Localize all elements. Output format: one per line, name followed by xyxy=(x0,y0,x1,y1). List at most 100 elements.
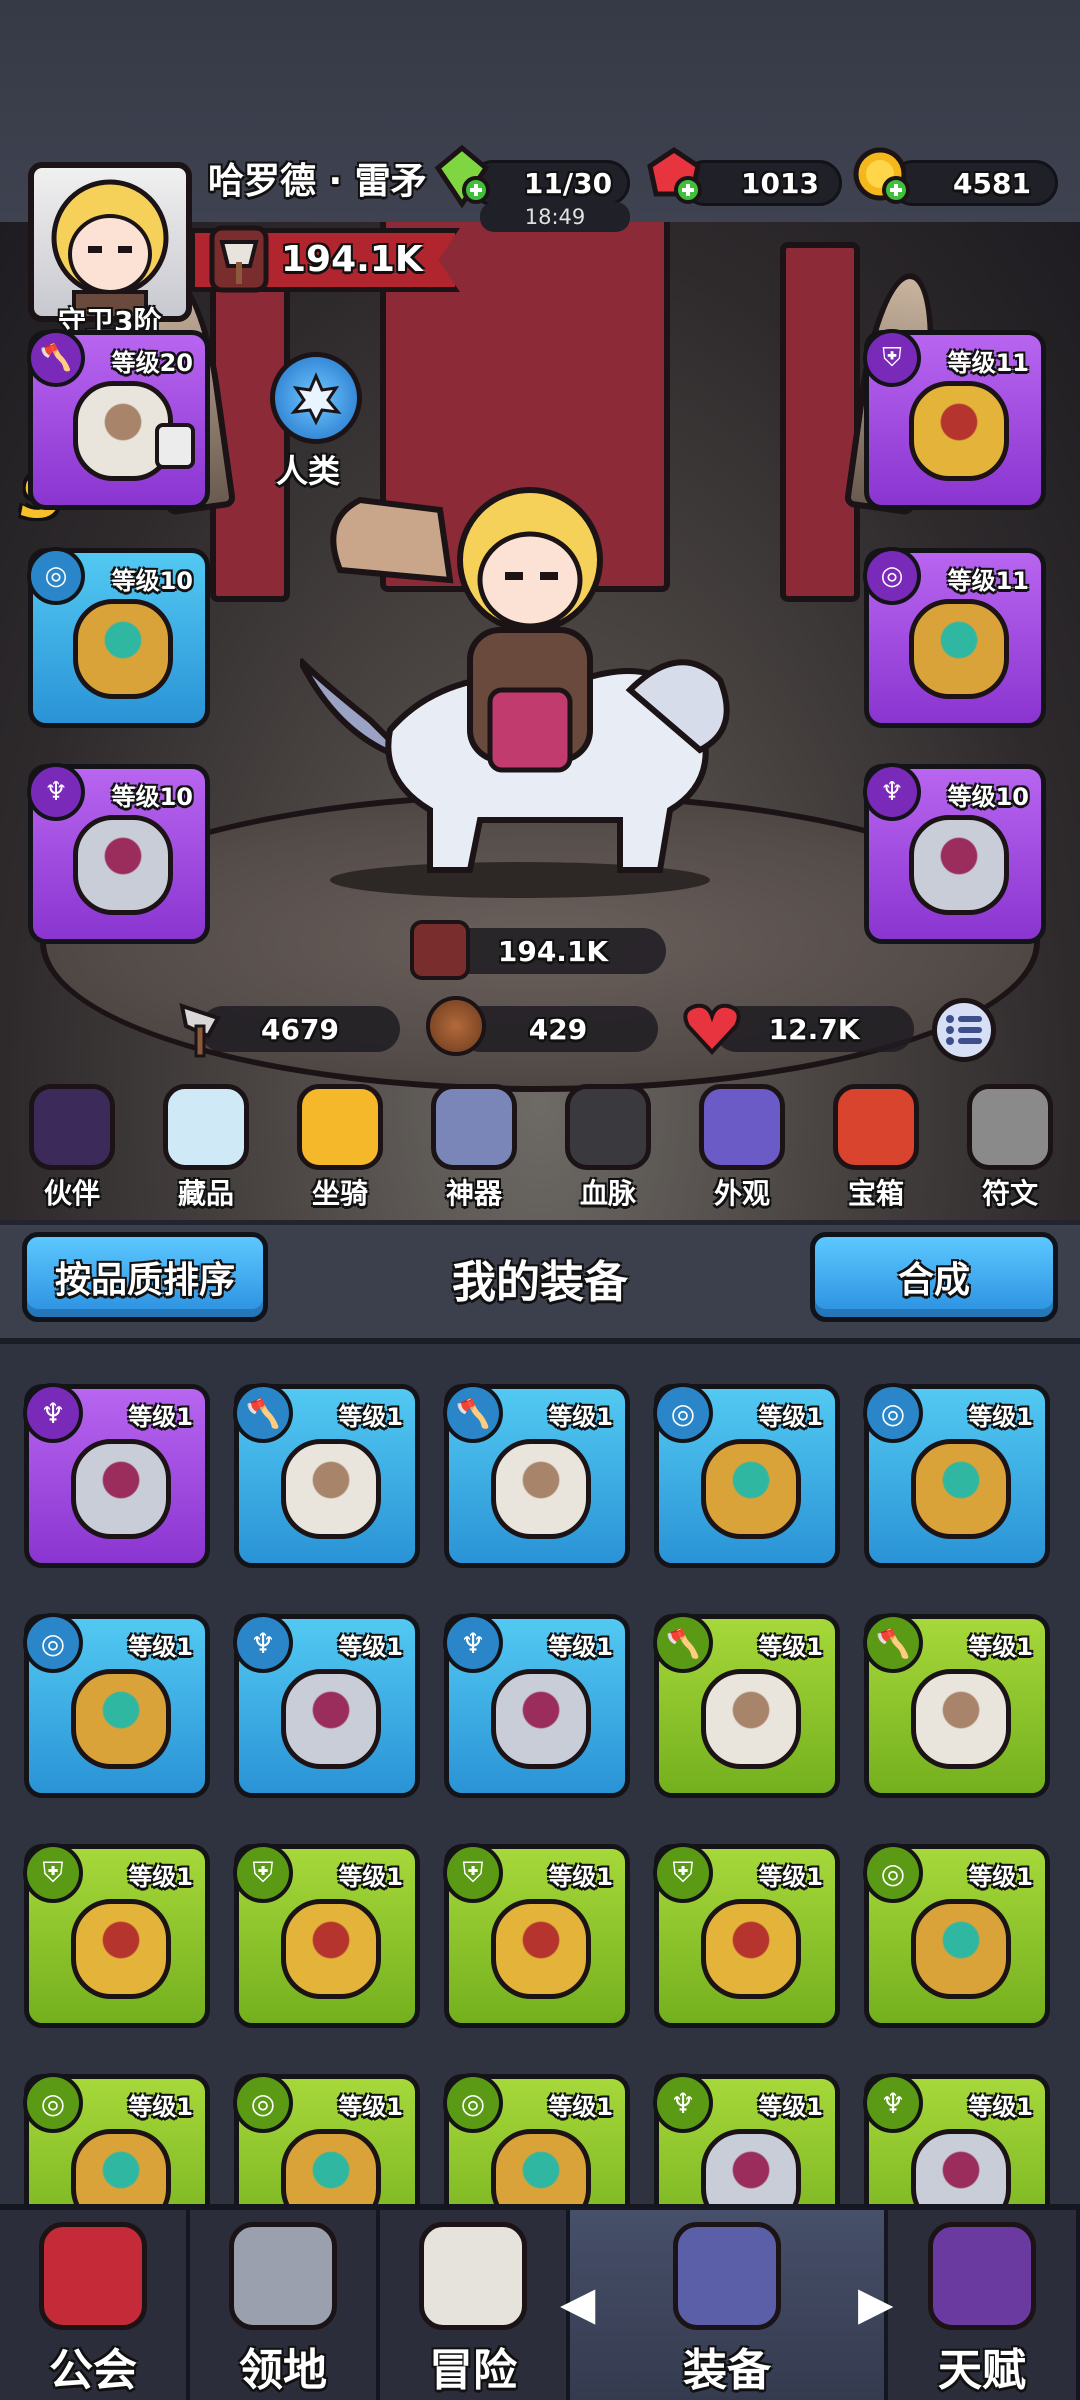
health-stat: 12.7K xyxy=(714,1006,914,1052)
tab-label: 外观 xyxy=(713,1177,770,1210)
equipment-item-icon xyxy=(701,1439,801,1539)
inventory-item[interactable]: 🪓 等级1 xyxy=(863,1613,1050,1798)
energy-gem-icon[interactable] xyxy=(430,144,494,209)
level-label: 等级1 xyxy=(128,1633,193,1661)
tab-bloodline[interactable]: 血脉 xyxy=(548,1080,668,1220)
nav-right-arrow-icon[interactable]: ▶ xyxy=(858,2276,893,2330)
nav-adventure[interactable]: 冒险 xyxy=(380,2210,570,2400)
inventory-item[interactable]: ◎ 等级1 xyxy=(23,2073,210,2204)
ring-slot-icon: ◎ xyxy=(863,1383,923,1443)
equipped-slot-right[interactable]: ◎ 等级11 xyxy=(863,547,1046,728)
nav-label: 天赋 xyxy=(938,2345,1026,2396)
inventory-item[interactable]: ◎ 等级1 xyxy=(233,2073,420,2204)
territory-icon xyxy=(229,2222,337,2330)
race-badge[interactable] xyxy=(270,352,362,444)
inventory-item[interactable]: ♆ 等级1 xyxy=(443,1613,630,1798)
armor-slot-icon: ⛨ xyxy=(443,1843,503,1903)
inventory-item[interactable]: ♆ 等级1 xyxy=(863,2073,1050,2204)
ring-slot-icon: ◎ xyxy=(653,1383,713,1443)
tab-label: 神器 xyxy=(445,1177,502,1210)
bottom-navigation: 公会 领地 冒险 装备 天赋 xyxy=(0,2204,1080,2400)
inventory-item[interactable]: 🪓 等级1 xyxy=(233,1383,420,1568)
equipment-item-icon xyxy=(911,2129,1011,2204)
equipped-slot-left[interactable]: ♆ 等级10 xyxy=(27,763,210,944)
level-label: 等级1 xyxy=(968,1403,1033,1431)
axe-slot-icon: 🪓 xyxy=(863,1613,923,1673)
tab-rune[interactable]: 符文 xyxy=(950,1080,1070,1220)
inventory-item[interactable]: ⛨ 等级1 xyxy=(653,1843,840,2028)
defense-value: 429 xyxy=(528,1012,588,1046)
artifact-icon xyxy=(431,1084,517,1170)
inventory-item[interactable]: ⛨ 等级1 xyxy=(233,1843,420,2028)
amulet-slot-icon: ♆ xyxy=(653,2073,713,2133)
tab-artifact[interactable]: 神器 xyxy=(414,1080,534,1220)
tab-collection[interactable]: 藏品 xyxy=(146,1080,266,1220)
adventure-icon xyxy=(419,2222,527,2330)
inventory-item[interactable]: 🪓 等级1 xyxy=(443,1383,630,1568)
inventory-item[interactable]: 🪓 等级1 xyxy=(653,1613,840,1798)
amulet-slot-icon: ♆ xyxy=(443,1613,503,1673)
amulet-slot-icon: ♆ xyxy=(863,2073,923,2133)
inventory-item[interactable]: ◎ 等级1 xyxy=(653,1383,840,1568)
equipped-slot-right[interactable]: ⛨ 等级11 xyxy=(863,329,1046,510)
nav-talent[interactable]: 天赋 xyxy=(888,2210,1080,2400)
equipment-item-icon xyxy=(491,1669,591,1769)
inventory-item[interactable]: ◎ 等级1 xyxy=(863,1383,1050,1568)
level-label: 等级1 xyxy=(548,1633,613,1661)
inventory-item[interactable]: ⛨ 等级1 xyxy=(23,1843,210,2028)
equipped-slot-right[interactable]: ♆ 等级10 xyxy=(863,763,1046,944)
hero-on-wolf-mount[interactable] xyxy=(297,480,740,900)
nav-left-arrow-icon[interactable]: ◀ xyxy=(560,2276,595,2330)
nav-equipment[interactable]: 装备 xyxy=(570,2210,888,2400)
level-label: 等级1 xyxy=(968,1863,1033,1891)
inventory-item[interactable]: ◎ 等级1 xyxy=(863,1843,1050,2028)
inventory-grid: ♆ 等级1 🪓 等级1 🪓 等级1 ◎ 等级1 ◎ 等级1 ◎ 等级1 ♆ 等级1 ♆ 等级1 🪓 等级1 🪓 等级1… xyxy=(0,1338,1080,2204)
equipped-slot-left[interactable]: 🪓 等级20 xyxy=(27,329,210,510)
tab-label: 符文 xyxy=(981,1177,1038,1210)
inventory-item[interactable]: ♆ 等级1 xyxy=(233,1613,420,1798)
ruby-icon[interactable] xyxy=(642,144,706,208)
axe-slot-icon: 🪓 xyxy=(27,329,85,387)
bloodline-icon xyxy=(565,1084,651,1170)
inventory-item[interactable]: ⛨ 等级1 xyxy=(443,1843,630,2028)
gem-counter: 1013 xyxy=(682,160,842,206)
level-label: 等级11 xyxy=(947,349,1029,377)
nav-territory[interactable]: 领地 xyxy=(190,2210,380,2400)
tab-companion[interactable]: 伙伴 xyxy=(12,1080,132,1220)
equipped-slot-left[interactable]: ◎ 等级10 xyxy=(27,547,210,728)
pillar-right xyxy=(780,242,860,602)
axe-slot-icon: 🪓 xyxy=(653,1613,713,1673)
armor-slot-icon: ⛨ xyxy=(863,329,921,387)
nav-guild[interactable]: 公会 xyxy=(0,2210,190,2400)
level-label: 等级1 xyxy=(128,2093,193,2121)
power-axe-icon xyxy=(410,920,470,980)
stats-menu-button[interactable] xyxy=(932,998,996,1062)
hero-name: 哈罗德 · 雷矛 xyxy=(208,161,427,202)
equipment-item-icon xyxy=(491,1899,591,1999)
axe-slot-icon: 🪓 xyxy=(233,1383,293,1443)
level-label: 等级10 xyxy=(111,783,193,811)
ring-slot-icon: ◎ xyxy=(23,1613,83,1673)
merge-button[interactable]: 合成 xyxy=(810,1232,1058,1322)
inventory-item[interactable]: ◎ 等级1 xyxy=(443,2073,630,2204)
heart-icon xyxy=(680,996,744,1060)
level-label: 等级1 xyxy=(338,1403,403,1431)
hero-avatar[interactable] xyxy=(28,162,192,322)
equipment-item-icon xyxy=(701,2129,801,2204)
tab-mount[interactable]: 坐骑 xyxy=(280,1080,400,1220)
level-label: 等级1 xyxy=(338,1633,403,1661)
ring-slot-icon: ◎ xyxy=(443,2073,503,2133)
guild-icon xyxy=(39,2222,147,2330)
inventory-item[interactable]: ♆ 等级1 xyxy=(23,1383,210,1568)
amulet-slot-icon: ♆ xyxy=(233,1613,293,1673)
chest-icon xyxy=(833,1084,919,1170)
tab-appearance[interactable]: 外观 xyxy=(682,1080,802,1220)
gold-coin-icon[interactable] xyxy=(850,144,914,208)
level-label: 等级1 xyxy=(758,1403,823,1431)
inventory-item[interactable]: ◎ 等级1 xyxy=(23,1613,210,1798)
defense-stat: 429 xyxy=(458,1006,658,1052)
gold-value: 4581 xyxy=(953,166,1031,200)
level-label: 等级1 xyxy=(758,2093,823,2121)
tab-chest[interactable]: 宝箱 xyxy=(816,1080,936,1220)
inventory-item[interactable]: ♆ 等级1 xyxy=(653,2073,840,2204)
